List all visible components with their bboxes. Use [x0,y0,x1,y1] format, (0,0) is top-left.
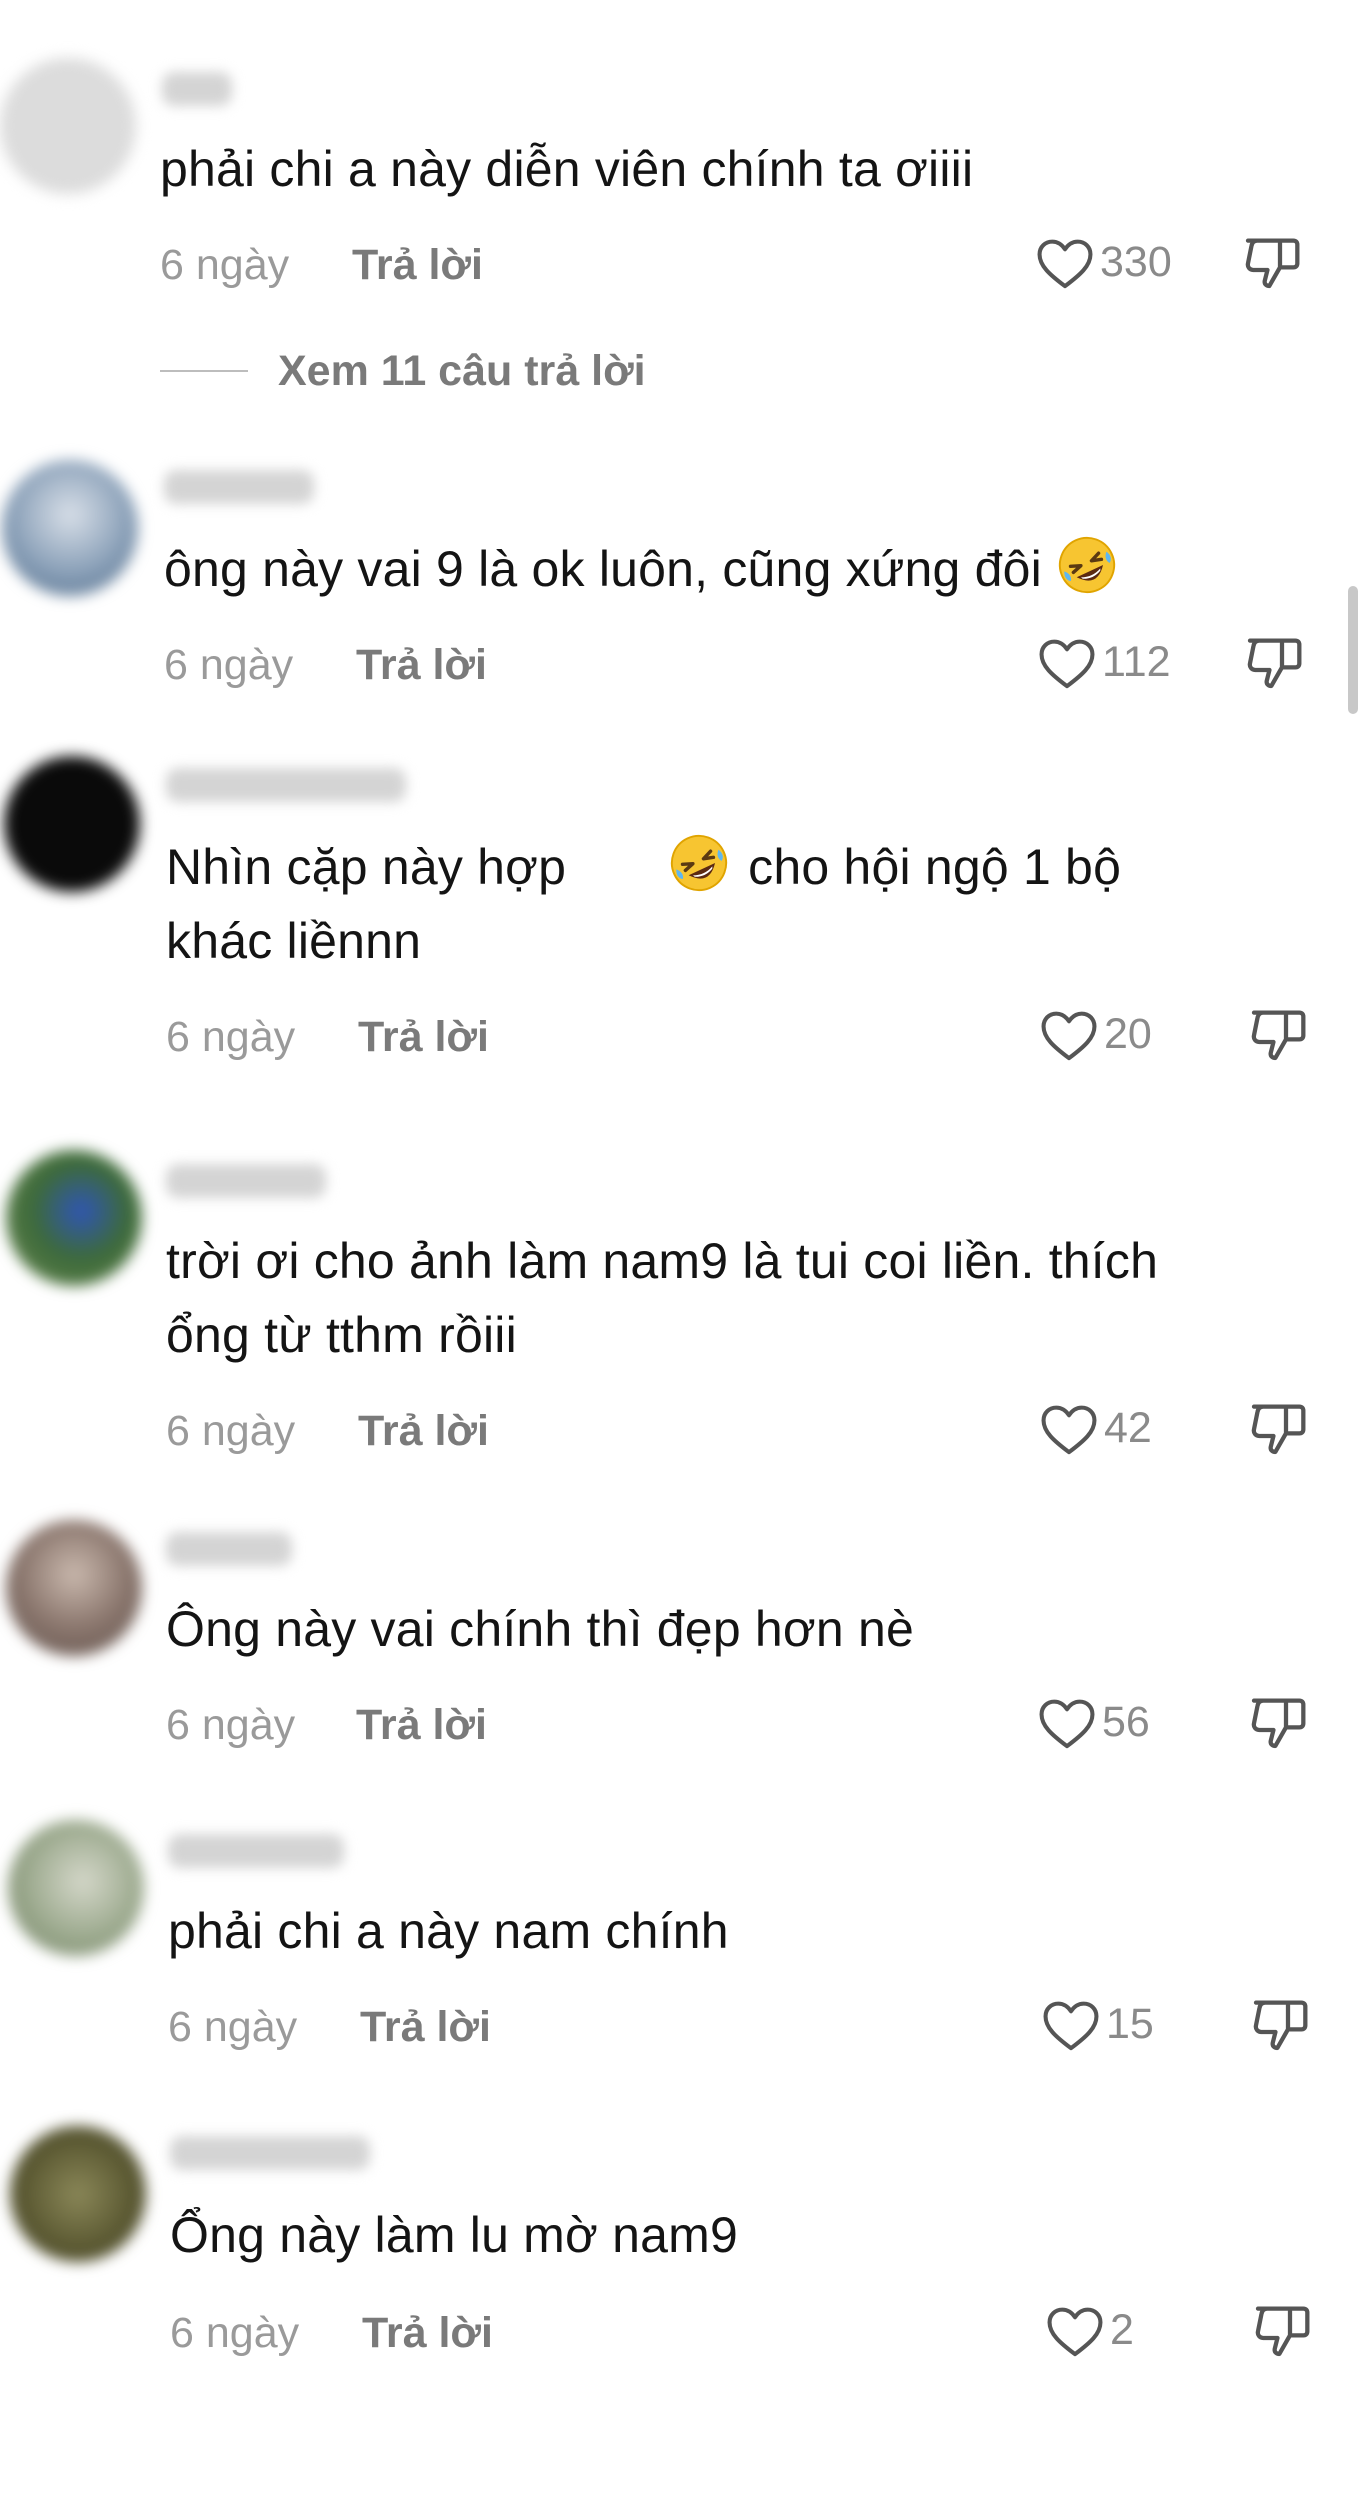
avatar[interactable] [6,1150,142,1286]
dislike-icon[interactable] [1246,1690,1310,1754]
dislike-icon[interactable] [1246,1396,1310,1460]
avatar[interactable] [2,460,138,596]
rofl-emoji-icon [671,834,728,892]
comment-time: 6 ngày [170,2309,300,2357]
comment-time: 6 ngày [160,241,290,289]
like-count: 42 [1104,1403,1152,1452]
dislike-icon[interactable] [1250,2298,1314,2362]
username-blurred[interactable] [164,470,314,504]
like-button[interactable]: 56 [1036,1692,1150,1752]
like-count: 56 [1102,1697,1150,1746]
like-count: 112 [1102,637,1171,686]
username-blurred[interactable] [162,72,232,106]
rofl-emoji-icon [1058,536,1116,594]
scrollbar[interactable] [1348,586,1358,714]
like-button[interactable]: 330 [1034,232,1172,292]
view-replies-label: Xem 11 câu trả lời [278,346,646,395]
heart-icon [1043,2001,1099,2051]
comment-text-content: trời ơi cho ảnh làm nam9 là tui coi liền… [166,1233,1159,1289]
username-blurred[interactable] [170,2136,370,2170]
username-blurred[interactable] [166,1532,292,1566]
like-count: 15 [1106,1999,1154,2048]
heart-icon [1041,1011,1097,1061]
view-replies-link[interactable]: Xem 11 câu trả lời [160,346,646,396]
avatar[interactable] [10,2126,146,2262]
comment-time: 6 ngày [166,1013,296,1061]
heart-icon [1039,639,1095,689]
like-count: 20 [1104,1009,1152,1058]
comment-text: phải chi a này diễn viên chính ta ơiiii [160,141,974,197]
like-count: 2 [1110,2305,1134,2354]
like-count: 330 [1100,237,1172,286]
like-button[interactable]: 2 [1044,2300,1134,2360]
comment-text: phải chi a này nam chính [168,1903,729,1959]
comment-text-content: ông này vai 9 là ok luôn, cũng xứng đôi [164,541,1042,597]
comment-time: 6 ngày [166,1701,296,1749]
dislike-icon[interactable] [1248,1992,1312,2056]
reply-button[interactable]: Trả lời [352,240,483,290]
comment-text: Ổng này làm lu mờ nam9 [170,2207,738,2263]
heart-icon [1047,2307,1103,2357]
avatar[interactable] [4,756,140,892]
reply-button[interactable]: Trả lời [360,2002,491,2052]
like-button[interactable]: 112 [1036,632,1171,692]
divider-line [160,370,248,372]
dislike-icon[interactable] [1240,230,1304,294]
comment-text-content: Nhìn cặp này hợp [166,839,567,895]
comment-text-line2: khác liềnnn [166,913,422,969]
heart-icon [1041,1405,1097,1455]
heart-icon [1039,1699,1095,1749]
comment-time: 6 ngày [166,1407,296,1455]
avatar[interactable] [6,1520,142,1656]
reply-button[interactable]: Trả lời [356,640,487,690]
comment-text: trời ơi cho ảnh làm nam9 là tui coi liền… [166,1224,1158,1372]
reply-button[interactable]: Trả lời [358,1012,489,1062]
comment-text-content-after-emoji: cho hội ngộ 1 bộ [748,839,1122,895]
username-blurred[interactable] [166,1164,326,1198]
dislike-icon[interactable] [1246,1002,1310,1066]
comment-text-line2: ổng từ tthm rồiii [166,1307,517,1363]
username-blurred[interactable] [166,768,406,802]
reply-button[interactable]: Trả lời [356,1700,487,1750]
avatar[interactable] [8,1820,144,1956]
comment-text: Nhìn cặp này hợp cho hội ngộ 1 bộ khác liề… [166,830,1121,978]
comment-text: ông này vai 9 là ok luôn, cũng xứng đôi [164,532,1118,606]
username-blurred[interactable] [168,1834,344,1868]
reply-button[interactable]: Trả lời [358,1406,489,1456]
comment-text: Ông này vai chính thì đẹp hơn nè [166,1601,915,1657]
comment-time: 6 ngày [164,641,294,689]
like-button[interactable]: 20 [1038,1004,1152,1064]
reply-button[interactable]: Trả lời [362,2308,493,2358]
avatar[interactable] [0,58,136,194]
dislike-icon[interactable] [1242,630,1306,694]
heart-icon [1037,239,1093,289]
like-button[interactable]: 15 [1040,1994,1154,2054]
comment-time: 6 ngày [168,2003,298,2051]
like-button[interactable]: 42 [1038,1398,1152,1458]
